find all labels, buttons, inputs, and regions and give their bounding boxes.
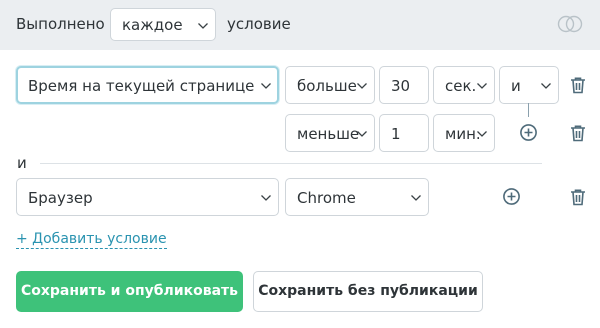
trash-icon[interactable]	[569, 76, 587, 94]
match-mode-value: каждое	[122, 16, 183, 34]
operator-select-less[interactable]: меньше	[285, 114, 375, 152]
add-circle-icon[interactable]	[519, 123, 538, 142]
value-input-30[interactable]: 30	[379, 66, 429, 104]
field-select-value: Время на текущей странице	[28, 77, 255, 95]
value-input-text: 1	[391, 125, 401, 143]
operator-value: больше	[297, 77, 357, 95]
chevron-down-icon	[261, 83, 271, 89]
group-join-label: и	[17, 154, 27, 172]
value-input-text: 30	[391, 77, 411, 95]
chevron-down-icon	[357, 83, 367, 89]
unit-select-minutes[interactable]: мин.	[433, 114, 495, 152]
browser-value-select[interactable]: Chrome	[285, 178, 429, 216]
trash-icon[interactable]	[569, 124, 587, 142]
chevron-down-icon	[411, 195, 421, 201]
browser-value: Chrome	[297, 189, 356, 207]
unit-select-seconds[interactable]: сек.	[433, 66, 495, 104]
operator-select-greater[interactable]: больше	[285, 66, 375, 104]
match-mode-select[interactable]: каждое	[110, 8, 216, 41]
field-select-value: Браузер	[28, 189, 93, 207]
header-suffix: условие	[227, 15, 291, 33]
join-connector-line	[528, 103, 529, 117]
save-without-publish-button[interactable]: Сохранить без публикации	[253, 271, 483, 312]
operator-value: меньше	[297, 125, 360, 143]
join-select-and[interactable]: и	[499, 66, 559, 104]
add-condition-link[interactable]: + Добавить условие	[16, 231, 167, 249]
value-input-1[interactable]: 1	[379, 114, 429, 152]
header-prefix: Выполнено	[16, 15, 105, 33]
chevron-down-icon	[198, 23, 208, 29]
field-select-browser[interactable]: Браузер	[16, 178, 279, 216]
save-and-publish-button[interactable]: Сохранить и опубликовать	[16, 271, 243, 312]
unit-value: сек.	[445, 77, 477, 95]
condition-header: Выполнено каждое условие	[0, 0, 600, 50]
field-select-time-on-page[interactable]: Время на текущей странице	[16, 66, 279, 104]
add-circle-icon[interactable]	[502, 187, 521, 206]
chevron-down-icon	[261, 195, 271, 201]
link-rings-icon[interactable]	[556, 13, 584, 35]
chevron-down-icon	[477, 83, 487, 89]
trash-icon[interactable]	[569, 188, 587, 206]
join-value: и	[511, 77, 521, 95]
chevron-down-icon	[477, 131, 487, 137]
chevron-down-icon	[357, 131, 367, 137]
group-divider	[40, 163, 542, 164]
chevron-down-icon	[541, 83, 551, 89]
